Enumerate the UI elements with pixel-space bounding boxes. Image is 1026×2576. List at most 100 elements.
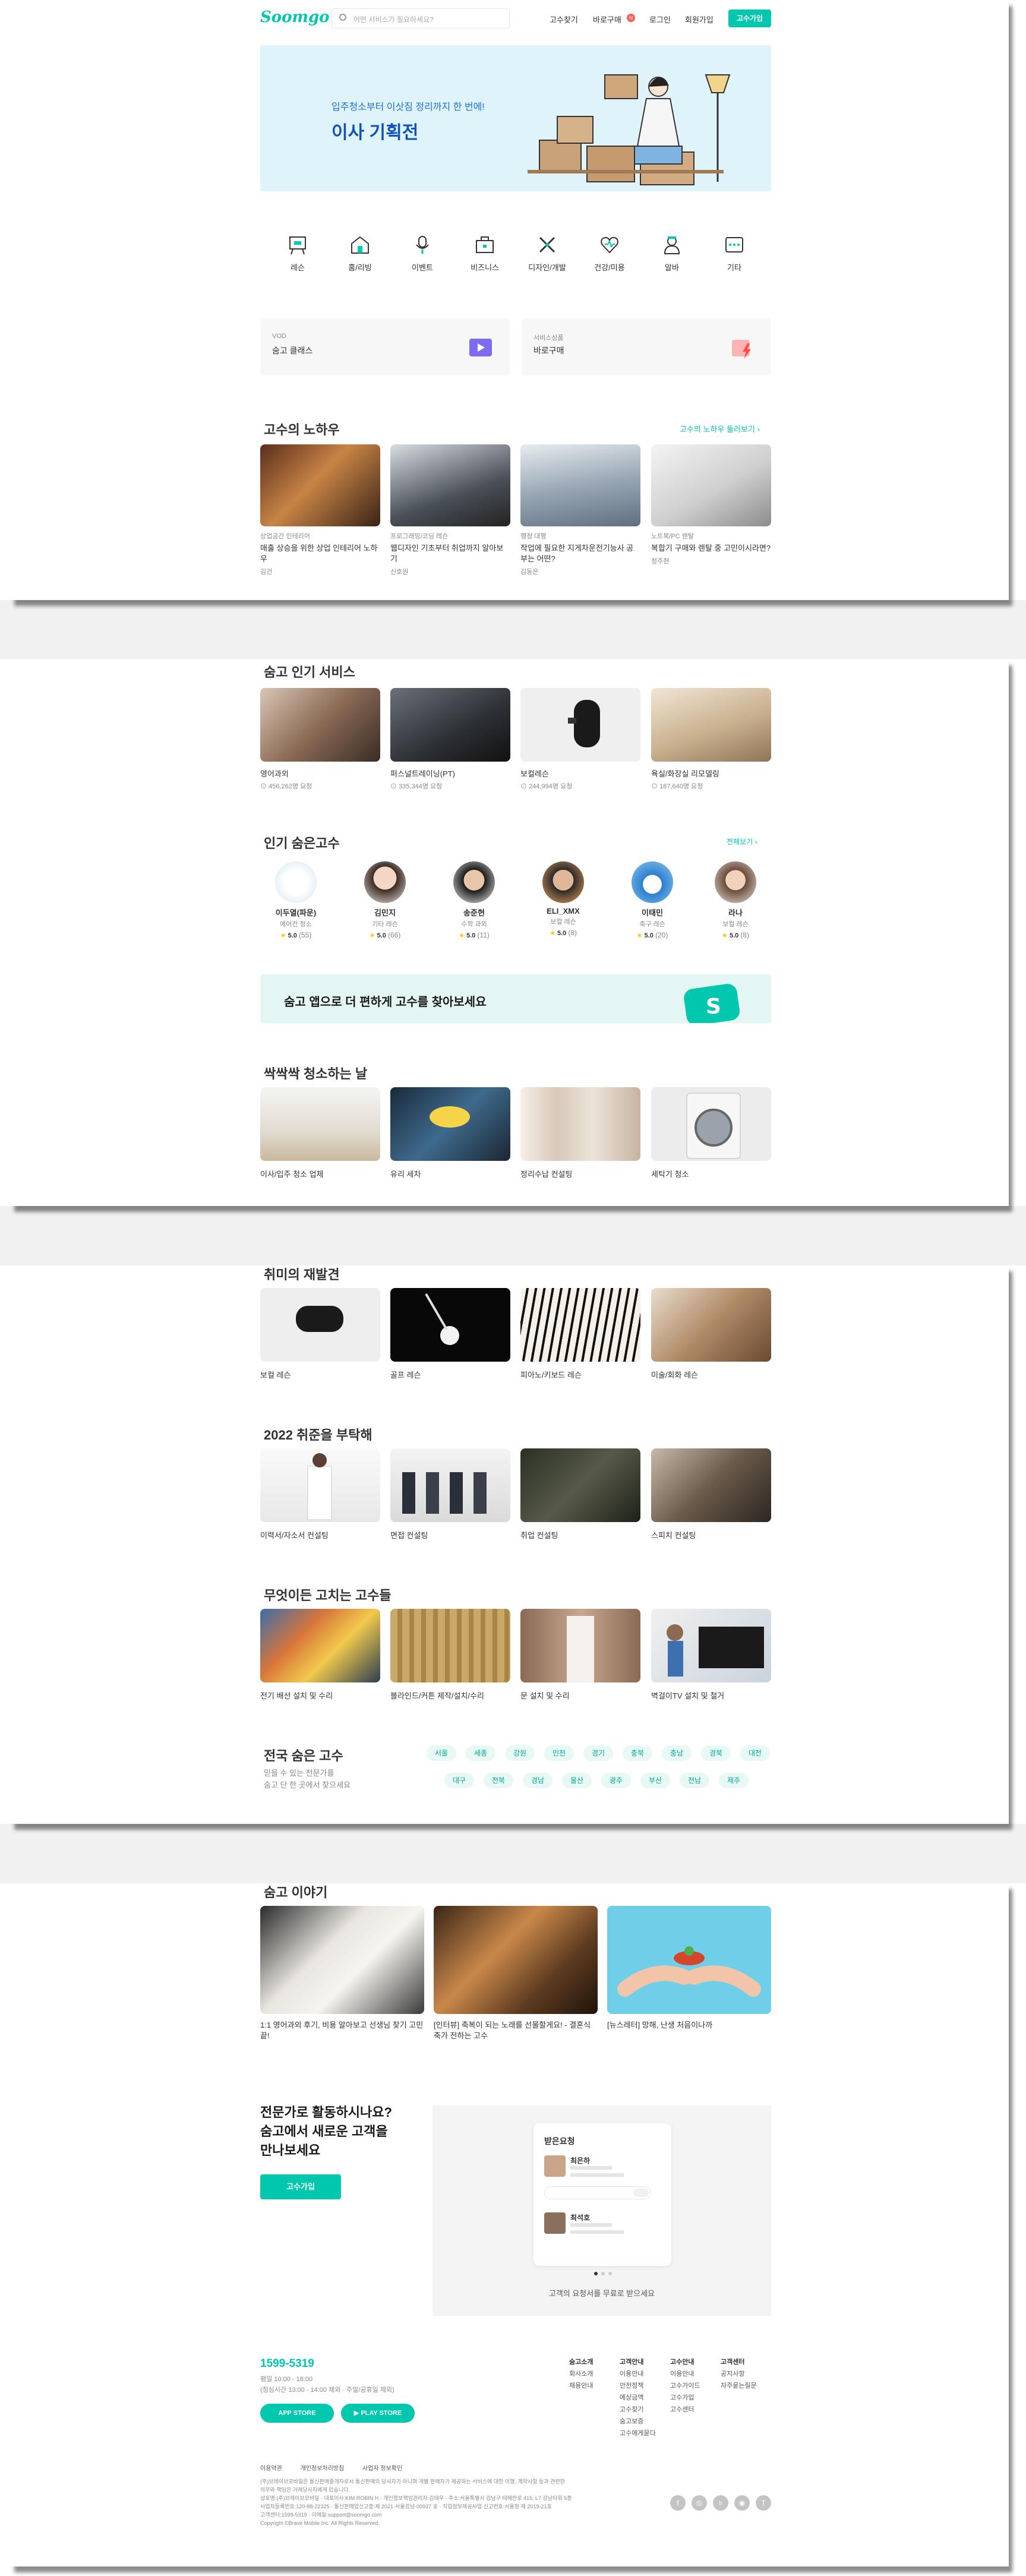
- hobby-item[interactable]: 미술/회화 레슨: [651, 1288, 771, 1380]
- cleaning-item[interactable]: 유리 세차: [390, 1087, 510, 1179]
- footer-link[interactable]: 고수가이드: [670, 2380, 700, 2392]
- play-store-button[interactable]: ▶ PLAY STORE: [341, 2404, 415, 2423]
- blog-icon[interactable]: b: [713, 2495, 728, 2511]
- pro-profile[interactable]: 라나 보컬 레슨 ★ 5.0 (8): [715, 861, 756, 939]
- hobby-item[interactable]: 보컬 레슨: [260, 1288, 380, 1380]
- footer-link[interactable]: 공지사항: [721, 2368, 757, 2380]
- story-card[interactable]: [뉴스레터] 망해, 난생 처음이나까: [607, 1906, 771, 2031]
- footer-link[interactable]: 고수에게묻다: [620, 2427, 656, 2439]
- naver-post-icon[interactable]: ◉: [734, 2495, 750, 2511]
- category-design-dev[interactable]: 디자인/개발: [522, 233, 573, 273]
- region-chip[interactable]: 제주: [719, 1773, 749, 1788]
- footer-link[interactable]: 채용안내: [569, 2380, 593, 2392]
- fix-item[interactable]: 전기 배선 설치 및 수리: [260, 1609, 380, 1701]
- job-item[interactable]: 이력서/자소서 컨설팅: [260, 1448, 380, 1540]
- search-box[interactable]: 어떤 서비스가 필요하세요?: [332, 8, 510, 29]
- region-chip[interactable]: 광주: [601, 1773, 631, 1788]
- carousel-dot[interactable]: [608, 2272, 612, 2275]
- app-download-banner[interactable]: 숨고 앱으로 더 편하게 고수를 찾아보세요 S: [260, 974, 771, 1023]
- pro-cta-signup-button[interactable]: 고수가입: [260, 2174, 341, 2199]
- region-chip[interactable]: 경남: [523, 1773, 553, 1788]
- pro-profile[interactable]: 김민지 기타 레슨 ★ 5.0 (66): [364, 861, 406, 939]
- search-placeholder[interactable]: 어떤 서비스가 필요하세요?: [353, 14, 434, 24]
- region-chip[interactable]: 부산: [640, 1773, 670, 1788]
- carousel-dot[interactable]: [601, 2272, 605, 2275]
- knowhow-card[interactable]: 노트북/PC 렌탈 복합기 구매와 렌탈 중 고민이시라면? 정주현: [651, 444, 771, 566]
- nav-login[interactable]: 로그인: [649, 14, 671, 25]
- cleaning-item[interactable]: 정리수납 컨설팅: [520, 1087, 640, 1179]
- region-chip[interactable]: 전남: [680, 1773, 709, 1788]
- nav-find-pro[interactable]: 고수찾기: [550, 14, 578, 25]
- knowhow-more-link[interactable]: 고수의 노하우 둘러보기 ›: [680, 423, 760, 434]
- cleaning-item[interactable]: 이사/입주 청소 업체: [260, 1087, 380, 1179]
- region-chip[interactable]: 대구: [444, 1773, 474, 1788]
- carousel-dot-active[interactable]: [594, 2272, 598, 2275]
- instagram-icon[interactable]: ◎: [692, 2495, 707, 2511]
- region-chip[interactable]: 서울: [427, 1745, 456, 1761]
- region-chip[interactable]: 경북: [701, 1745, 731, 1761]
- pro-profile[interactable]: ELI_XMX 보컬 레슨 ★ 5.0 (8): [542, 861, 584, 937]
- region-chip[interactable]: 충남: [662, 1745, 692, 1761]
- job-item[interactable]: 스피치 컨설팅: [651, 1448, 771, 1540]
- footer-link[interactable]: 이용안내: [670, 2368, 700, 2380]
- footer-link[interactable]: 회사소개: [569, 2368, 593, 2380]
- logo[interactable]: Soomgo: [260, 8, 330, 26]
- category-event[interactable]: 이벤트: [397, 233, 448, 273]
- region-chip[interactable]: 인천: [544, 1745, 574, 1761]
- category-business[interactable]: 비즈니스: [459, 233, 510, 273]
- hobby-item[interactable]: 피아노/키보드 레슨: [520, 1288, 640, 1380]
- popular-item[interactable]: 보컬레슨 ⊙ 244,994명 요청: [520, 688, 640, 791]
- popular-item[interactable]: 영어과외 ⊙ 456,262명 요청: [260, 688, 380, 791]
- job-item[interactable]: 면접 컨설팅: [390, 1448, 510, 1540]
- region-chip[interactable]: 울산: [562, 1773, 592, 1788]
- popular-item[interactable]: 욕실/화장실 리모델링 ⊙ 187,640명 요청: [651, 688, 771, 791]
- footer-link[interactable]: 숨고보증: [620, 2416, 656, 2427]
- hero-banner[interactable]: 입주청소부터 이삿짐 정리까지 한 번에! 이사 기획전: [260, 45, 771, 191]
- business-info-link[interactable]: 사업자 정보확인: [362, 2465, 402, 2472]
- cleaning-item[interactable]: 세탁기 청소: [651, 1087, 771, 1179]
- knowhow-card[interactable]: 행정 대행 작업에 필요한 지게차운전기능사 공부는 어떤? 김동은: [520, 444, 640, 576]
- terms-link[interactable]: 이용약관: [260, 2465, 282, 2472]
- pro-profile[interactable]: 이태민 축구 레슨 ★ 5.0 (20): [632, 861, 673, 939]
- pros-more-link[interactable]: 전체보기 ›: [727, 836, 757, 847]
- story-card[interactable]: 1:1 영어과외 후기, 비용 알아보고 선생님 찾기 고민 끝!: [260, 1906, 424, 2041]
- pro-signup-button[interactable]: 고수가입: [728, 10, 771, 27]
- footer-phone[interactable]: 1599-5319: [260, 2357, 314, 2370]
- facebook-icon[interactable]: f: [670, 2495, 686, 2511]
- nav-signup[interactable]: 회원가입: [685, 14, 714, 25]
- popular-item[interactable]: 퍼스널트레이닝(PT) ⊙ 335,344명 요청: [390, 688, 510, 791]
- fix-item[interactable]: 문 설치 및 수리: [520, 1609, 640, 1701]
- footer-link[interactable]: 이용안내: [620, 2368, 656, 2380]
- region-chip[interactable]: 대전: [740, 1745, 770, 1761]
- fix-item[interactable]: 블라인드/커튼 제작/설치/수리: [390, 1609, 510, 1701]
- fix-item[interactable]: 벽걸이TV 설치 및 철거: [651, 1609, 771, 1701]
- region-chip[interactable]: 강원: [505, 1745, 535, 1761]
- knowhow-card[interactable]: 프로그래밍/코딩 레슨 웹디자인 기초부터 취업까지 알아보기 신호원: [390, 444, 510, 576]
- region-chip[interactable]: 충북: [623, 1745, 652, 1761]
- promo-buy-card[interactable]: 서비스상품 바로구매: [522, 318, 771, 375]
- category-health-beauty[interactable]: 건강/미용: [584, 233, 635, 273]
- promo-class-card[interactable]: VOD 숨고 클래스: [260, 318, 510, 375]
- job-item[interactable]: 취업 컨설팅: [520, 1448, 640, 1540]
- footer-link[interactable]: 고수가입: [670, 2392, 700, 2404]
- knowhow-card[interactable]: 상업공간 인테리어 매출 상승을 위한 상업 인테리어 노하우 김건: [260, 444, 380, 576]
- footer-link[interactable]: 고수찾기: [620, 2404, 656, 2416]
- pro-profile[interactable]: 이두열(파운) 에어컨 청소 ★ 5.0 (55): [275, 861, 317, 939]
- nav-buy-now[interactable]: 바로구매: [593, 14, 621, 25]
- footer-link[interactable]: 고수센터: [670, 2404, 700, 2416]
- region-chip[interactable]: 전북: [484, 1773, 513, 1788]
- story-card[interactable]: [인터뷰] 축복이 되는 노래를 선물할게요! - 결혼식 축가 전하는 고수: [434, 1906, 598, 2041]
- hobby-item[interactable]: 골프 레슨: [390, 1288, 510, 1380]
- tistory-icon[interactable]: T: [756, 2495, 771, 2511]
- region-chip[interactable]: 경기: [583, 1745, 613, 1761]
- category-part-time[interactable]: 알바: [646, 233, 697, 273]
- footer-link[interactable]: 안전정책: [620, 2380, 656, 2392]
- footer-link[interactable]: 예상금액: [620, 2392, 656, 2404]
- app-store-button[interactable]: APP STORE: [260, 2404, 334, 2423]
- category-lesson[interactable]: 레슨: [272, 233, 323, 273]
- category-etc[interactable]: 기타: [709, 233, 760, 273]
- category-home-living[interactable]: 홈/리빙: [334, 233, 386, 273]
- footer-link[interactable]: 자주묻는질문: [721, 2380, 757, 2392]
- region-chip[interactable]: 세종: [466, 1745, 495, 1761]
- privacy-link[interactable]: 개인정보처리방침: [301, 2465, 345, 2472]
